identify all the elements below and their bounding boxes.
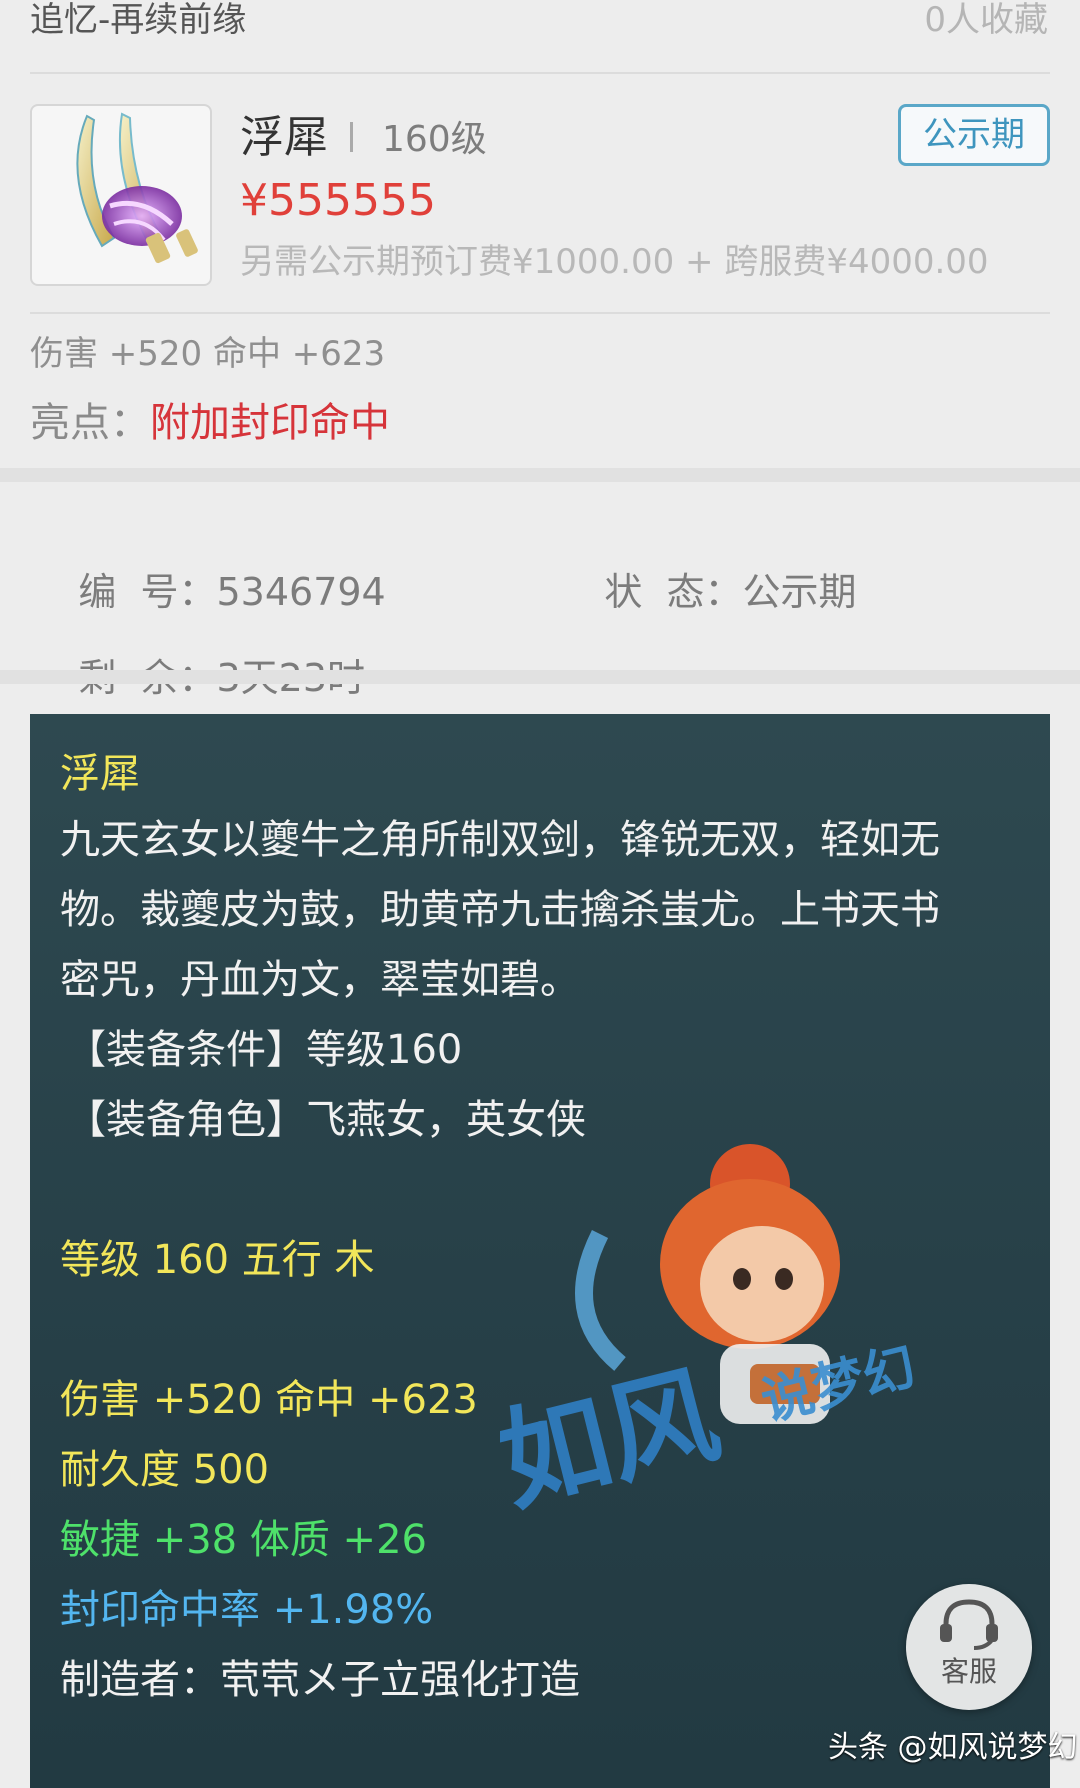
highlight-value: 附加封印命中 — [150, 400, 390, 446]
state-row: 状 态：公示期 — [556, 514, 857, 670]
favorites-count[interactable]: 0人收藏 — [924, 0, 1048, 40]
equip-roles: 【装备角色】飞燕女，英女侠 — [66, 1097, 586, 1143]
highlight-label: 亮点： — [30, 400, 150, 446]
item-price: ¥555555 — [240, 175, 436, 226]
level-element: 等级 160 五行 木 — [60, 1237, 375, 1283]
customer-service-button[interactable]: 客服 — [906, 1584, 1032, 1710]
detail-description-line: 物。裁夔皮为鼓，助黄帝九击擒杀蚩尤。上书天书 — [60, 887, 940, 933]
section-gap — [0, 468, 1080, 482]
info-block: 编 号：5346794 状 态：公示期 剩 余：3天23时 — [0, 482, 1080, 700]
watermark-mascot-icon: 如风 说梦幻 — [500, 1144, 921, 1527]
service-label: 客服 — [940, 1655, 997, 1688]
section-gap — [0, 670, 1080, 684]
watermark-text: 如风 — [500, 1350, 731, 1527]
item-name: 浮犀 — [240, 112, 328, 163]
special-effect: 封印命中率 +1.98% — [60, 1587, 434, 1633]
item-thumbnail[interactable] — [30, 104, 212, 286]
state-label: 状 态： — [604, 570, 743, 614]
separator — [350, 122, 353, 152]
divider — [30, 312, 1050, 314]
detail-description-line: 密咒，丹血为文，翠莹如碧。 — [60, 957, 580, 1003]
maker: 制造者：茕茕メ子立强化打造 — [60, 1657, 580, 1703]
twin-blades-icon — [76, 112, 198, 264]
item-card[interactable]: 浮犀 160级 ¥555555 另需公示期预订费¥1000.00 + 跨服费¥4… — [0, 74, 1080, 468]
item-detail-panel: 如风 说梦幻 浮犀 九天玄女以夔牛之角所制双剑，锋锐无双，轻如无 物。裁夔皮为鼓… — [30, 714, 1050, 1788]
item-stats: 伤害 +520 命中 +623 — [30, 334, 386, 374]
headset-icon — [940, 1599, 998, 1650]
status-button[interactable]: 公示期 — [898, 104, 1050, 166]
detail-description-line: 九天玄女以夔牛之角所制双剑，锋锐无双，轻如无 — [60, 817, 940, 863]
equip-requirement: 【装备条件】等级160 — [66, 1027, 463, 1073]
state-value: 公示期 — [742, 570, 857, 614]
fee-note: 另需公示期预订费¥1000.00 + 跨服费¥4000.00 — [240, 242, 989, 282]
item-highlight: 亮点：附加封印命中 — [30, 396, 390, 450]
page-title: 追忆-再续前缘 — [30, 0, 247, 40]
item-level: 160级 — [382, 119, 487, 160]
damage-stats: 伤害 +520 命中 +623 — [60, 1377, 478, 1423]
toutiao-watermark: 头条 @如风说梦幻 — [828, 1730, 1078, 1765]
durability: 耐久度 500 — [60, 1447, 270, 1493]
detail-name: 浮犀 — [60, 751, 140, 797]
attribute-bonus: 敏捷 +38 体质 +26 — [60, 1517, 427, 1563]
